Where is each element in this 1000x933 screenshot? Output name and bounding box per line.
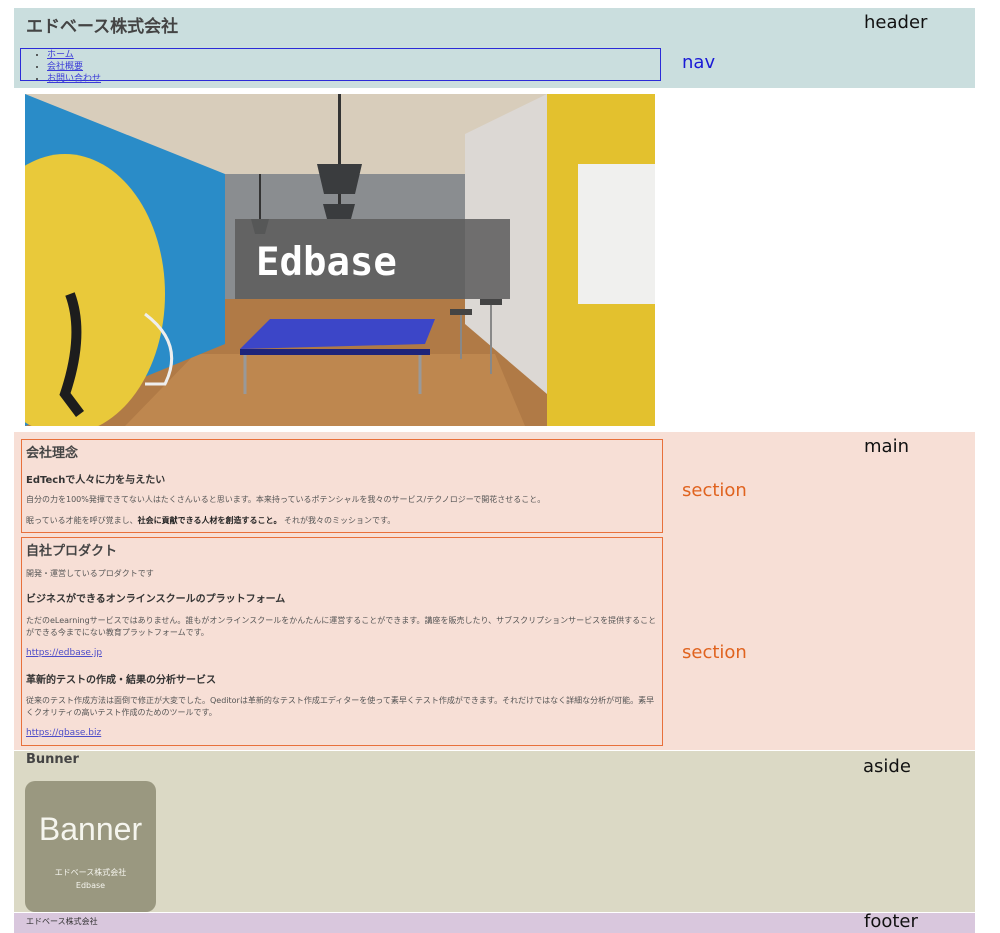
aside-region-label: aside xyxy=(863,756,911,777)
banner-image[interactable]: Banner エドベース株式会社 Edbase xyxy=(25,781,156,912)
banner-company-name: エドベース株式会社 xyxy=(54,868,127,877)
product-2-description: 従来のテスト作成方法は面倒で修正が大変でした。Qeditorは革新的なテスト作成… xyxy=(26,696,655,717)
nav-item-contact: お問い合わせ xyxy=(47,73,660,85)
nav-item-home: ホーム xyxy=(47,49,660,61)
hero-title: Edbase xyxy=(256,240,397,285)
site-footer xyxy=(14,913,975,933)
philosophy-heading: 会社理念 xyxy=(26,446,79,461)
nav-link-contact[interactable]: お問い合わせ xyxy=(47,74,101,84)
nav-link-about[interactable]: 会社概要 xyxy=(47,62,83,72)
product-1-description: ただのeLearningサービスではありません。誰もがオンラインスクールをかんた… xyxy=(26,616,657,637)
product-2-title: 革新的テストの作成・結果の分析サービス xyxy=(26,675,216,686)
philosophy-paragraph-2-emphasis: 社会に貢献できる人材を創造すること。 xyxy=(137,516,282,525)
section-products: 自社プロダクト 開発・運営しているプロダクトです ビジネスができるオンラインスク… xyxy=(21,537,663,746)
section-region-label-2: section xyxy=(682,642,747,663)
philosophy-subheading: EdTechで人々に力を与えたい xyxy=(26,475,166,486)
product-1-link[interactable]: https://edbase.jp xyxy=(26,648,102,658)
aside-region xyxy=(14,751,975,912)
main-nav: ホーム 会社概要 お問い合わせ xyxy=(20,48,661,84)
nav-region-label: nav xyxy=(682,52,716,73)
footer-region-label: footer xyxy=(864,911,918,932)
site-title: エドベース株式会社 xyxy=(26,17,179,37)
banner-brand-name: Edbase xyxy=(75,881,106,890)
philosophy-paragraph-1: 自分の力を100%発揮できてない人はたくさんいると思います。本来持っているポテン… xyxy=(26,495,546,504)
aside-title: Bunner xyxy=(26,752,79,767)
header-region-label: header xyxy=(864,12,928,33)
main-region-label: main xyxy=(864,436,909,457)
philosophy-paragraph-2: 眠っている才能を呼び覚まし、社会に貢献できる人材を創造すること。 それが我々のミ… xyxy=(26,515,395,527)
nav-link-home[interactable]: ホーム xyxy=(47,50,74,60)
products-intro: 開発・運営しているプロダクトです xyxy=(26,569,154,578)
section-philosophy: 会社理念 EdTechで人々に力を与えたい 自分の力を100%発揮できてない人は… xyxy=(21,439,663,533)
banner-headline: Banner xyxy=(38,811,143,847)
nav-item-about: 会社概要 xyxy=(47,61,660,73)
section-region-label-1: section xyxy=(682,480,747,501)
product-2-link[interactable]: https://qbase.biz xyxy=(26,728,101,738)
products-heading: 自社プロダクト xyxy=(26,544,118,559)
product-1-title: ビジネスができるオンラインスクールのプラットフォーム xyxy=(26,594,286,605)
footer-copyright: エドベース株式会社 xyxy=(26,917,98,926)
philosophy-paragraph-2-end: それが我々のミッションです。 xyxy=(281,516,396,525)
nav-list: ホーム 会社概要 お問い合わせ xyxy=(21,49,660,85)
philosophy-paragraph-2-start: 眠っている才能を呼び覚まし、 xyxy=(26,516,138,525)
